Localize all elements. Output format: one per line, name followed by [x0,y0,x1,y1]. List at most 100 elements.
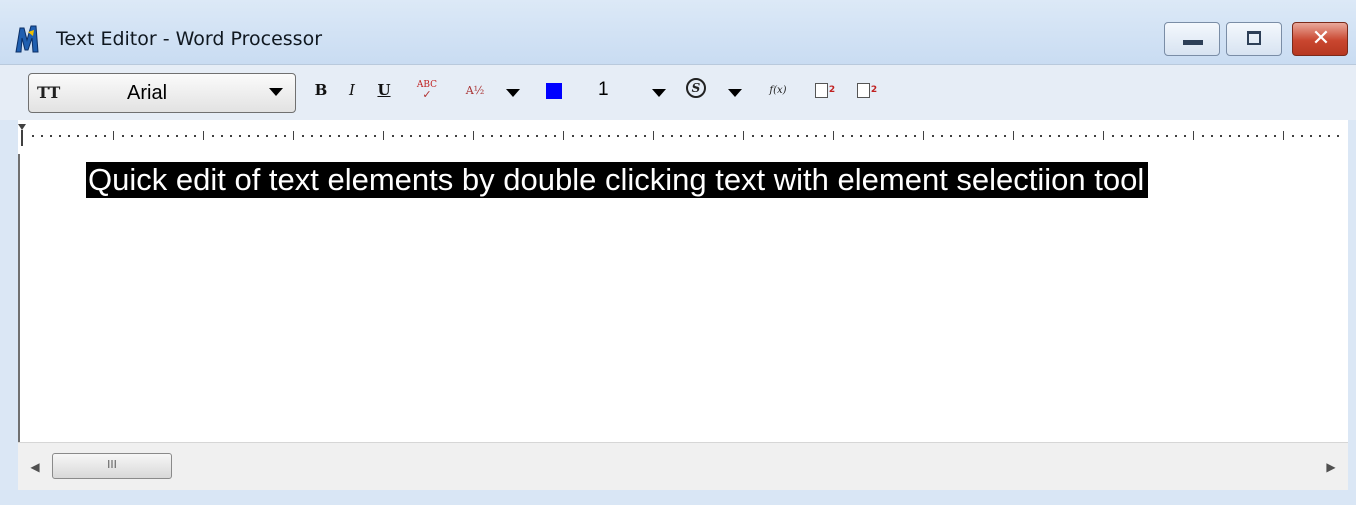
underline-style-icon[interactable]: S [686,78,706,98]
function-button[interactable]: f(x) [764,77,792,103]
ruler-major-tick [383,131,384,140]
ruler-major-tick [293,131,294,140]
maximize-button[interactable] [1226,22,1282,56]
ruler-minor-tick [1310,135,1312,137]
fraction-dropdown-arrow[interactable] [506,89,520,97]
ruler-minor-tick [581,135,583,137]
ruler-minor-tick [50,135,52,137]
ruler-minor-tick [194,135,196,137]
ruler-minor-tick [986,135,988,137]
ruler-minor-tick [1121,135,1123,137]
ruler-minor-tick [977,135,979,137]
ruler-minor-tick [626,135,628,137]
subscript-label: 2 [870,85,878,95]
ruler-minor-tick [1130,135,1132,137]
scroll-right-icon[interactable]: ▶ [1322,457,1340,477]
ruler-minor-tick [1292,135,1294,137]
ruler-minor-tick [959,135,961,137]
subscript-button[interactable]: 2 [852,77,882,103]
ruler-minor-tick [1112,135,1114,137]
text-editing-area[interactable]: Quick edit of text elements by double cl… [18,154,1348,442]
ruler-minor-tick [1337,135,1339,137]
ruler-major-tick [743,131,744,140]
ruler-minor-tick [599,135,601,137]
selected-text[interactable]: Quick edit of text elements by double cl… [86,162,1149,198]
ruler-minor-tick [86,135,88,137]
ruler-minor-tick [752,135,754,137]
font-name-value: Arial [127,82,168,104]
window-title: Text Editor - Word Processor [56,28,323,50]
ruler-minor-tick [842,135,844,137]
ruler-minor-tick [437,135,439,137]
maximize-icon [1247,31,1261,45]
superscript-label: 2 [828,85,836,95]
spellcheck-button[interactable]: ABC ✓ [414,77,440,103]
underline-button[interactable]: U [374,77,394,103]
ruler-minor-tick [1004,135,1006,137]
ruler-major-tick [1283,131,1284,140]
ruler-minor-tick [1175,135,1177,137]
italic-button[interactable]: I [344,77,360,103]
bold-button[interactable]: B [312,77,330,103]
ruler-minor-tick [716,135,718,137]
ruler-major-tick [653,131,654,140]
title-bar[interactable]: Text Editor - Word Processor ✕ [0,0,1356,64]
scroll-left-icon[interactable]: ◀ [26,457,44,477]
minimize-icon [1183,40,1203,45]
line-spacing-value[interactable]: 1 [598,79,609,101]
chevron-down-icon [269,88,283,96]
horizontal-scrollbar[interactable]: ◀ III ▶ [18,442,1348,490]
ruler-minor-tick [257,135,259,137]
ruler-minor-tick [536,135,538,137]
ruler-minor-tick [644,135,646,137]
ruler-minor-tick [527,135,529,137]
ruler-major-tick [833,131,834,140]
ruler-major-tick [113,131,114,140]
ruler-minor-tick [779,135,781,137]
text-color-swatch[interactable] [546,83,562,99]
ruler-minor-tick [671,135,673,137]
font-type-icon: TT [37,83,61,102]
ruler-minor-tick [1256,135,1258,137]
ruler-minor-tick [356,135,358,137]
ruler-minor-tick [1094,135,1096,137]
close-button[interactable]: ✕ [1292,22,1348,56]
ruler-minor-tick [347,135,349,137]
font-dropdown[interactable]: TT Arial [28,73,296,113]
ruler-minor-tick [428,135,430,137]
ruler-minor-tick [77,135,79,137]
line-spacing-dropdown-arrow[interactable] [652,89,666,97]
ruler-minor-tick [1301,135,1303,137]
ruler-minor-tick [104,135,106,137]
ruler-minor-tick [590,135,592,137]
ruler-minor-tick [680,135,682,137]
ruler-minor-tick [554,135,556,137]
subscript-box-icon [856,82,870,98]
ruler-minor-tick [1265,135,1267,137]
ruler-minor-tick [698,135,700,137]
ruler-minor-tick [770,135,772,137]
ruler-minor-tick [1139,135,1141,137]
ruler-minor-tick [1067,135,1069,137]
ruler-minor-tick [509,135,511,137]
indent-marker-stem [21,130,23,146]
underline-style-dropdown-arrow[interactable] [728,89,742,97]
window-right-frame [1348,120,1356,490]
ruler-minor-tick [302,135,304,137]
scrollbar-thumb[interactable]: III [52,453,172,479]
ruler-minor-tick [311,135,313,137]
ruler-minor-tick [401,135,403,137]
minimize-button[interactable] [1164,22,1220,56]
ruler-minor-tick [365,135,367,137]
ruler-major-tick [203,131,204,140]
ruler-minor-tick [1022,135,1024,137]
close-icon: ✕ [1311,26,1331,51]
ruler-minor-tick [824,135,826,137]
ruler-minor-tick [968,135,970,137]
ruler-major-tick [473,131,474,140]
ruler-minor-tick [410,135,412,137]
superscript-button[interactable]: 2 [810,77,840,103]
ruler[interactable] [18,120,1348,155]
fraction-button[interactable]: A½ [462,77,488,103]
ruler-minor-tick [905,135,907,137]
